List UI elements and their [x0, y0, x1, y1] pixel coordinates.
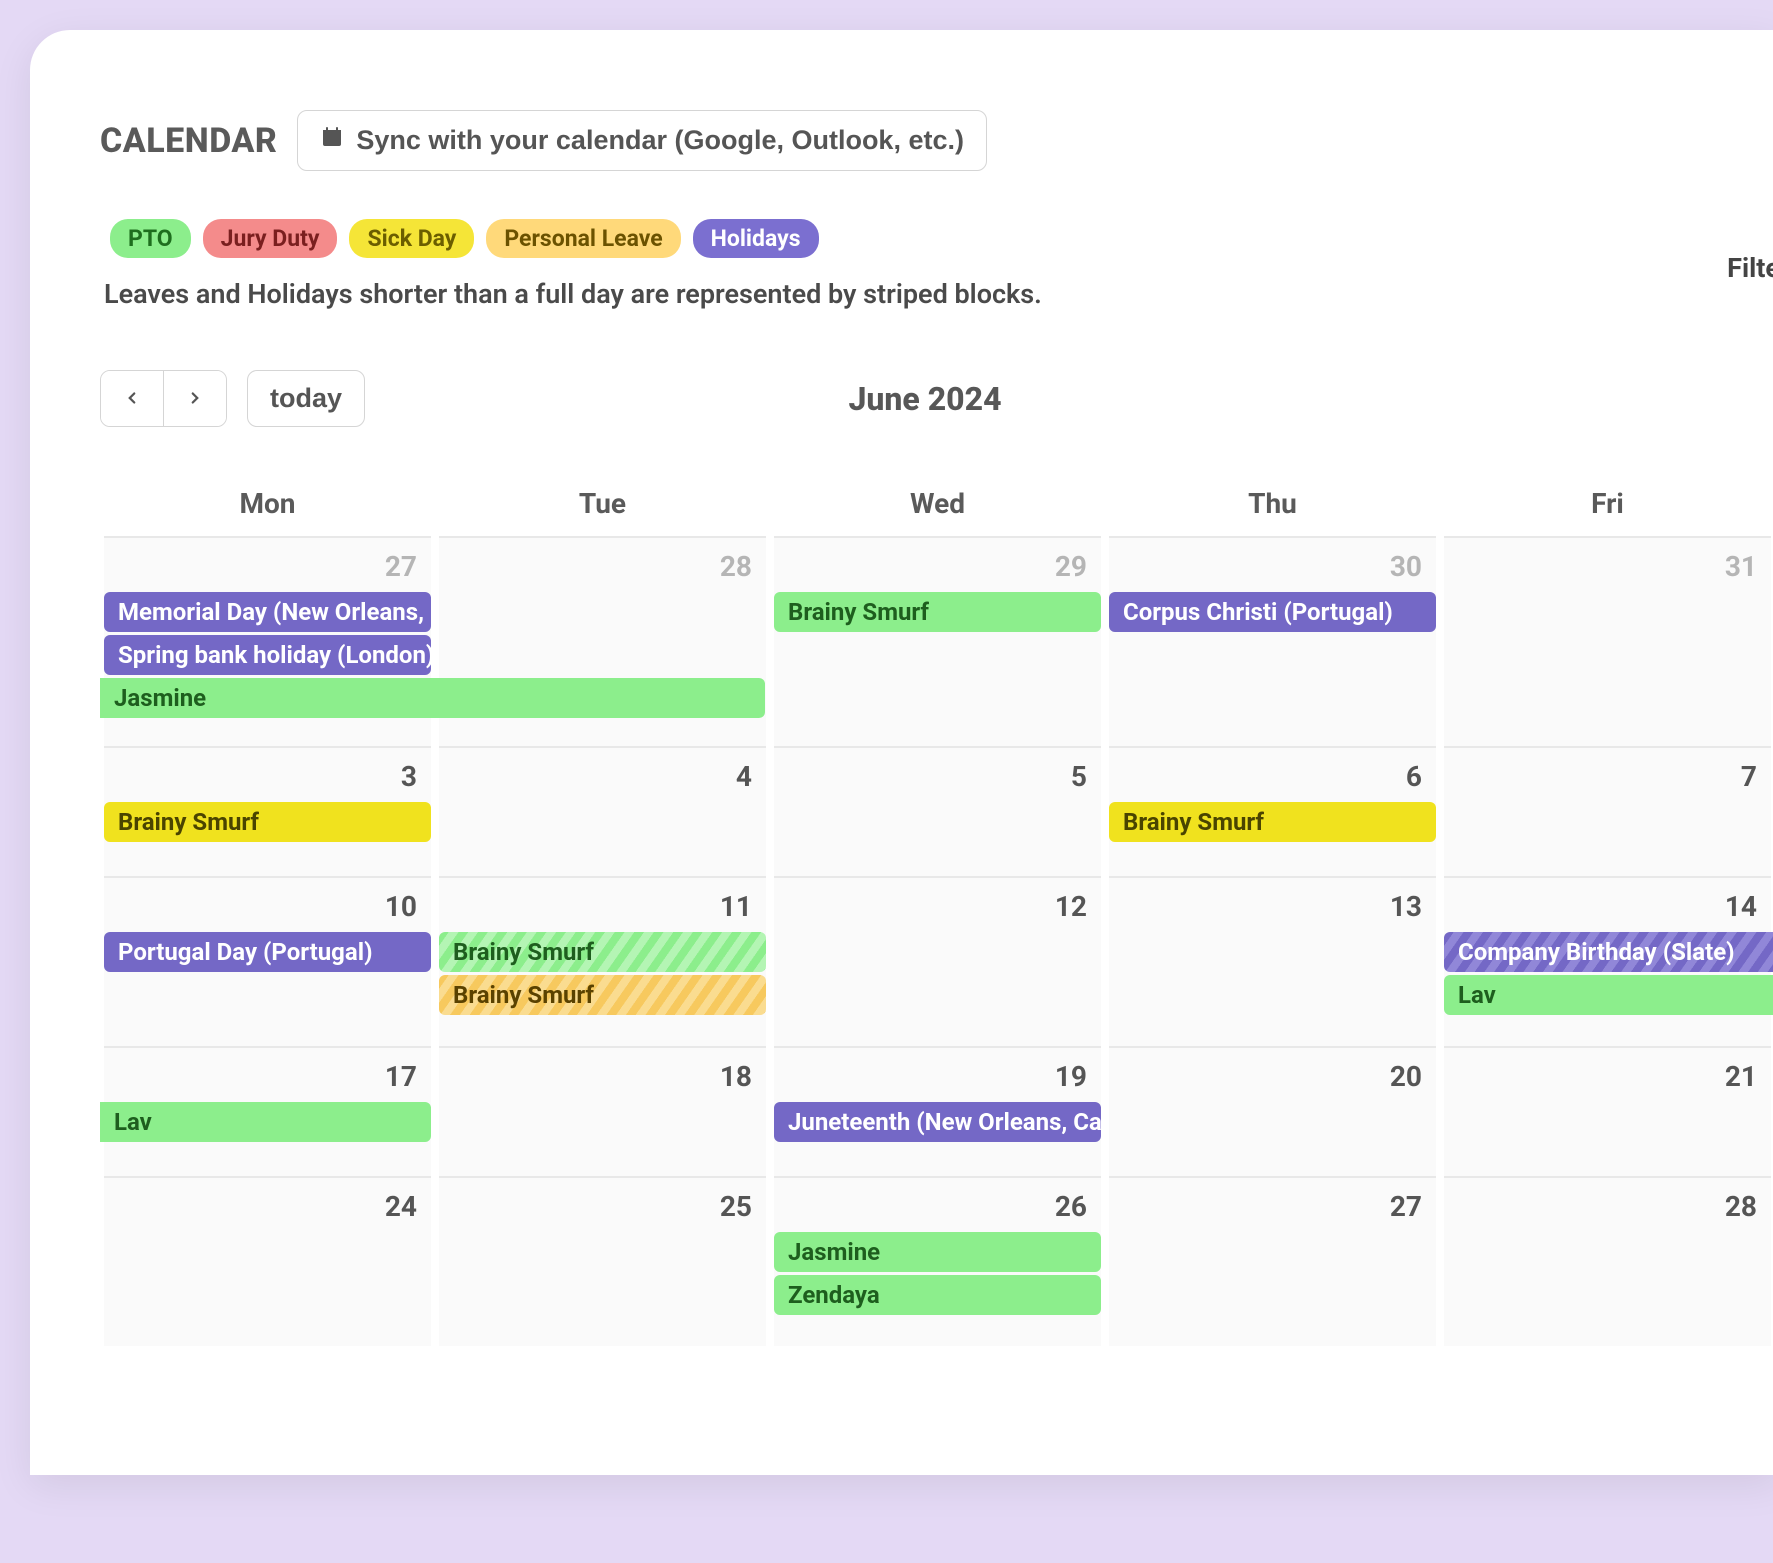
event-holiday[interactable]: Juneteenth (New Orleans, Can — [774, 1102, 1101, 1142]
day-number: 3 — [104, 756, 431, 799]
day-number: 31 — [1444, 546, 1771, 589]
day-cell[interactable]: 28 — [1444, 1176, 1771, 1346]
event-pto[interactable]: Zendaya — [774, 1275, 1101, 1315]
day-number: 28 — [1444, 1186, 1771, 1229]
day-number: 29 — [774, 546, 1101, 589]
day-cell[interactable]: 20 — [1109, 1046, 1436, 1176]
event-pto[interactable]: Lav — [1444, 975, 1773, 1015]
legend-pto[interactable]: PTO — [110, 219, 191, 258]
day-cell[interactable]: 21 — [1444, 1046, 1771, 1176]
day-number: 10 — [104, 886, 431, 929]
day-number: 30 — [1109, 546, 1436, 589]
day-header: Tue — [435, 477, 770, 536]
event-holiday[interactable]: Memorial Day (New Orleans, C — [104, 592, 431, 632]
event-pto[interactable]: Jasmine — [774, 1232, 1101, 1272]
day-cell[interactable]: 13 — [1109, 876, 1436, 1046]
day-cell[interactable]: 12 — [774, 876, 1101, 1046]
day-number: 12 — [774, 886, 1101, 929]
nav-group — [100, 370, 227, 427]
day-number: 19 — [774, 1056, 1101, 1099]
day-cell[interactable]: 5 — [774, 746, 1101, 876]
legend-sick[interactable]: Sick Day — [349, 219, 474, 258]
day-number: 27 — [104, 546, 431, 589]
day-number: 6 — [1109, 756, 1436, 799]
day-number: 7 — [1444, 756, 1771, 799]
event-holiday[interactable]: Portugal Day (Portugal) — [104, 932, 431, 972]
day-cell[interactable]: 4 — [439, 746, 766, 876]
event-pto[interactable]: Lav — [100, 1102, 431, 1142]
event-personal-partial[interactable]: Brainy Smurf — [439, 975, 766, 1015]
day-number: 20 — [1109, 1056, 1436, 1099]
event-holiday[interactable]: Spring bank holiday (London) — [104, 635, 431, 675]
day-cell[interactable]: 7 — [1444, 746, 1771, 876]
day-cell[interactable]: 27 — [1109, 1176, 1436, 1346]
calendar-icon — [320, 125, 344, 156]
day-cell[interactable]: 18 — [439, 1046, 766, 1176]
legend-holiday[interactable]: Holidays — [693, 219, 819, 258]
day-number: 13 — [1109, 886, 1436, 929]
event-holiday-partial[interactable]: Company Birthday (Slate) — [1444, 932, 1773, 972]
next-month-button[interactable] — [164, 371, 226, 426]
prev-month-button[interactable] — [101, 371, 164, 426]
filter-label[interactable]: Filte — [1727, 252, 1773, 284]
day-number: 28 — [439, 546, 766, 589]
event-pto[interactable]: Jasmine — [100, 678, 765, 718]
event-sick[interactable]: Brainy Smurf — [1109, 802, 1436, 842]
event-pto-partial[interactable]: Brainy Smurf — [439, 932, 766, 972]
day-number: 18 — [439, 1056, 766, 1099]
sync-label: Sync with your calendar (Google, Outlook… — [356, 125, 964, 156]
today-button[interactable]: today — [247, 370, 365, 427]
day-number: 11 — [439, 886, 766, 929]
chevron-left-icon — [123, 383, 141, 414]
day-number: 4 — [439, 756, 766, 799]
day-number: 26 — [774, 1186, 1101, 1229]
day-number: 5 — [774, 756, 1101, 799]
day-number: 17 — [104, 1056, 431, 1099]
event-sick[interactable]: Brainy Smurf — [104, 802, 431, 842]
day-header: Wed — [770, 477, 1105, 536]
event-holiday[interactable]: Corpus Christi (Portugal) — [1109, 592, 1436, 632]
sync-calendar-button[interactable]: Sync with your calendar (Google, Outlook… — [297, 110, 987, 171]
day-header: Mon — [100, 477, 435, 536]
day-cell[interactable]: 30 — [1109, 536, 1436, 746]
day-cell[interactable]: 31 — [1444, 536, 1771, 746]
legend-note: Leaves and Holidays shorter than a full … — [100, 278, 1773, 310]
day-number: 27 — [1109, 1186, 1436, 1229]
chevron-right-icon — [186, 383, 204, 414]
page-title: CALENDAR — [100, 121, 277, 161]
day-number: 14 — [1444, 886, 1771, 929]
day-cell[interactable]: 25 — [439, 1176, 766, 1346]
day-cell[interactable]: 24 — [104, 1176, 431, 1346]
legend-jury[interactable]: Jury Duty — [203, 219, 338, 258]
day-number: 24 — [104, 1186, 431, 1229]
day-number: 25 — [439, 1186, 766, 1229]
day-header: Fri — [1440, 477, 1773, 536]
legend-personal[interactable]: Personal Leave — [486, 219, 680, 258]
day-number: 21 — [1444, 1056, 1771, 1099]
event-pto[interactable]: Brainy Smurf — [774, 592, 1101, 632]
day-header: Thu — [1105, 477, 1440, 536]
day-cell[interactable]: 29 — [774, 536, 1101, 746]
